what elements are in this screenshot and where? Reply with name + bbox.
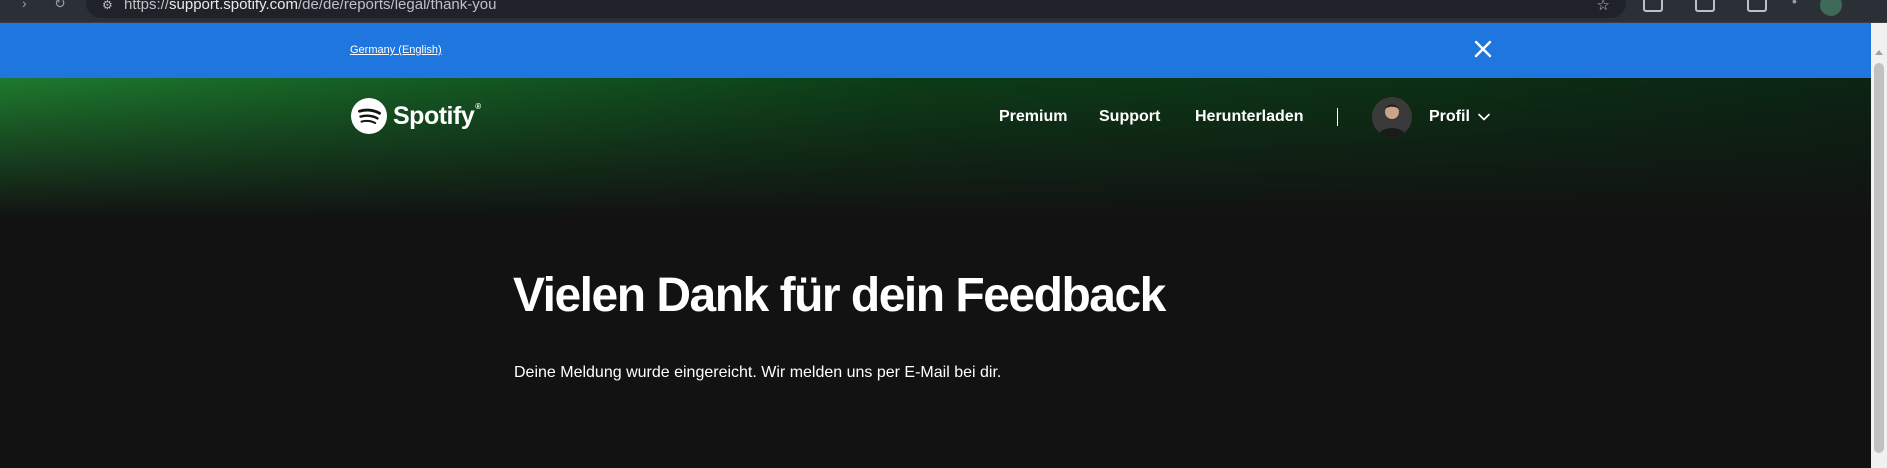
scrollbar-thumb[interactable] bbox=[1874, 63, 1884, 453]
download-icon[interactable] bbox=[1747, 0, 1767, 12]
region-banner: Germany (English) bbox=[0, 23, 1871, 78]
address-bar[interactable]: ⚙ https://support.spotify.com/de/de/repo… bbox=[86, 0, 1626, 18]
avatar-image bbox=[1372, 97, 1412, 137]
translate-icon[interactable] bbox=[1695, 0, 1715, 12]
extension-icon[interactable] bbox=[1643, 0, 1663, 12]
page-title: Vielen Dank für dein Feedback bbox=[513, 269, 1166, 322]
scrollbar[interactable] bbox=[1871, 23, 1887, 468]
site-settings-icon[interactable]: ⚙ bbox=[102, 0, 113, 12]
reload-icon[interactable]: ↻ bbox=[54, 0, 66, 10]
bookmark-star-icon[interactable]: ☆ bbox=[1597, 0, 1610, 14]
logo-wordmark: Spotify® bbox=[393, 101, 481, 130]
nav-premium[interactable]: Premium bbox=[999, 108, 1067, 126]
url-text: https://support.spotify.com/de/de/report… bbox=[124, 0, 497, 13]
scroll-up-arrow-icon[interactable] bbox=[1875, 50, 1883, 55]
browser-toolbar: › ↻ ⚙ https://support.spotify.com/de/de/… bbox=[0, 0, 1887, 23]
spotify-logo-icon bbox=[351, 98, 387, 134]
avatar[interactable] bbox=[1372, 97, 1412, 137]
confirmation-message: Deine Meldung wurde eingereicht. Wir mel… bbox=[514, 364, 1002, 381]
browser-profile-avatar[interactable] bbox=[1820, 0, 1842, 16]
region-link[interactable]: Germany (English) bbox=[350, 44, 442, 56]
account-icon[interactable]: • bbox=[1792, 0, 1797, 8]
nav-divider bbox=[1337, 108, 1338, 126]
nav-download[interactable]: Herunterladen bbox=[1195, 108, 1303, 126]
close-icon[interactable] bbox=[1472, 38, 1494, 60]
forward-icon[interactable]: › bbox=[22, 0, 27, 10]
spotify-logo[interactable]: Spotify® bbox=[351, 98, 481, 134]
nav-support[interactable]: Support bbox=[1099, 108, 1160, 126]
profile-menu[interactable]: Profil bbox=[1429, 108, 1470, 126]
chevron-down-icon[interactable] bbox=[1478, 113, 1490, 121]
